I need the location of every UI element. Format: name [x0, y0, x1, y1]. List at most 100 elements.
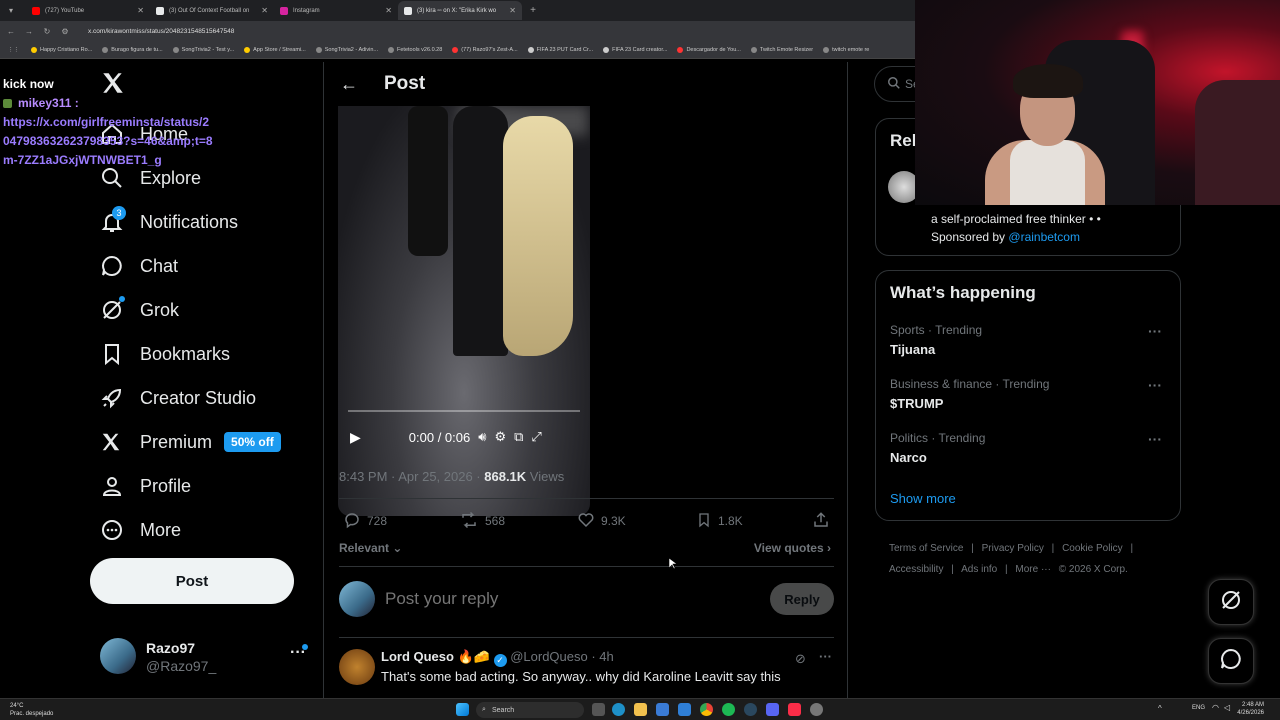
site-info-icon[interactable]: ⚙ [58, 27, 72, 36]
bookmark-item[interactable]: Fetetools v26.0.28 [388, 46, 443, 53]
view-quotes-link[interactable]: View quotes › [754, 541, 831, 555]
fullscreen-icon[interactable]: ⤢ [531, 429, 541, 445]
url-field[interactable]: x.com/kirawontmiss/status/20482315485156… [88, 28, 234, 35]
nav-grok[interactable]: Grok [90, 288, 179, 332]
bookmark-item[interactable]: SongTrivia2 - Adivin... [315, 46, 378, 53]
grok-icon[interactable]: ⊘ [795, 651, 806, 667]
bookmark-item[interactable]: Twitch Emote Resizer [750, 46, 813, 53]
apps-icon[interactable]: ⋮⋮ [8, 47, 19, 53]
bookmark-label: FIFA 23 PUT Card Cr... [536, 46, 594, 53]
tab-menu-icon[interactable]: ▾ [4, 6, 18, 15]
nav-label: Chat [140, 255, 179, 276]
bookmark-item[interactable]: twitch emote re [823, 46, 869, 53]
more-dots-icon[interactable]: ··· [1148, 431, 1162, 447]
play-icon[interactable]: ▶ [350, 429, 361, 446]
close-icon[interactable]: ✕ [137, 6, 144, 15]
edge-icon[interactable] [612, 703, 625, 716]
footer-link[interactable]: Ads info [961, 564, 997, 575]
post-button[interactable]: Post [90, 558, 294, 604]
footer-link[interactable]: More ··· [1015, 564, 1051, 575]
repost-action[interactable]: 568 [459, 511, 505, 532]
back-arrow-icon[interactable]: ← [4, 27, 18, 36]
reply-input[interactable] [385, 589, 765, 609]
sponsored-link[interactable]: @rainbetcom [1008, 230, 1080, 244]
bookmark-item[interactable]: FIFA 23 PUT Card Cr... [527, 46, 594, 53]
footer-link[interactable]: Terms of Service [889, 543, 963, 554]
nav-bookmarks[interactable]: Bookmarks [90, 332, 230, 376]
reply-button[interactable]: Reply [770, 583, 834, 615]
wifi-icon[interactable]: ◠ [1212, 703, 1219, 712]
share-action[interactable] [812, 511, 830, 532]
close-icon[interactable]: ✕ [261, 6, 268, 15]
bookmark-label: Fetetools v26.0.28 [397, 46, 443, 53]
footer-link[interactable]: Accessibility [889, 564, 943, 575]
steam-icon[interactable] [744, 703, 757, 716]
nav-premium[interactable]: Premium 50% off [90, 420, 281, 464]
footer-link[interactable]: Cookie Policy [1062, 543, 1123, 554]
close-icon[interactable]: ✕ [385, 6, 392, 15]
bookmark-action[interactable]: 1.8K [696, 511, 743, 532]
like-action[interactable]: 9.3K [577, 511, 626, 532]
account-switcher[interactable]: Razo97 @Razo97_ ··· [100, 638, 312, 678]
reply-tweet[interactable]: Lord Queso 🔥🧀 ✓ @LordQueso · 4h ⊘ ··· Th… [339, 649, 834, 694]
nav-more[interactable]: More [90, 508, 181, 552]
nav-notifications[interactable]: 3 Notifications [90, 200, 238, 244]
taskbar-search[interactable]: ⌕ Search [476, 702, 584, 718]
store-icon[interactable] [656, 703, 669, 716]
bookmarks-bar: ⋮⋮ Happy Cristiano Ro... Burago figura d… [0, 41, 915, 59]
task-view-icon[interactable] [592, 703, 605, 716]
video-player[interactable]: ▶ 0:00 / 0:06 🔊︎ ⚙ ⧉ ⤢ [338, 106, 590, 516]
spotify-icon[interactable] [722, 703, 735, 716]
windows-start-icon[interactable] [456, 703, 469, 716]
volume-icon[interactable]: 🔊︎ [478, 429, 486, 445]
weather-widget[interactable]: 24°C Prac. despejado [10, 702, 53, 718]
forward-arrow-icon[interactable]: → [22, 27, 36, 36]
footer-link[interactable]: Privacy Policy [982, 543, 1044, 554]
more-dots-icon[interactable]: ··· [1148, 377, 1162, 393]
trend-item[interactable]: Sports · Trending Tijuana ··· [890, 323, 1170, 357]
x-logo-icon [156, 6, 164, 15]
app-icon[interactable] [810, 703, 823, 716]
language-indicator[interactable]: ENG [1192, 705, 1205, 711]
trend-item[interactable]: Business & finance · Trending $TRUMP ··· [890, 377, 1170, 411]
grok-fab[interactable] [1208, 579, 1254, 625]
discord-icon[interactable] [766, 703, 779, 716]
more-circle-icon [90, 518, 134, 542]
repost-count: 568 [485, 514, 506, 528]
back-arrow-icon[interactable]: ← [340, 74, 358, 95]
bookmark-item[interactable]: (77) Razo97's Zest-A... [452, 46, 518, 53]
settings-icon[interactable]: ⚙ [494, 429, 506, 445]
new-tab-icon[interactable]: + [526, 5, 540, 16]
bookmark-item[interactable]: SongTrivia2 - Test y... [172, 46, 234, 53]
mail-icon[interactable] [678, 703, 691, 716]
show-more-link[interactable]: Show more [890, 491, 956, 506]
video-progress-bar[interactable] [348, 410, 580, 412]
bookmark-item[interactable]: Burago figura de tu... [102, 46, 163, 53]
trend-item[interactable]: Politics · Trending Narco ··· [890, 431, 1170, 465]
browser-tab[interactable]: (3) Out Of Context Football on ✕ [150, 1, 274, 20]
music-icon[interactable] [788, 703, 801, 716]
messages-fab[interactable] [1208, 638, 1254, 684]
browser-tab[interactable]: (727) YouTube ✕ [26, 1, 150, 20]
file-explorer-icon[interactable] [634, 703, 647, 716]
sort-dropdown[interactable]: Relevant ⌄ [339, 541, 402, 555]
more-dots-icon[interactable]: ··· [1148, 323, 1162, 339]
tray-chevron-icon[interactable]: ^ [1158, 704, 1162, 713]
chrome-icon[interactable] [700, 703, 713, 716]
clock[interactable]: 2:48 AM 4/26/2026 [1237, 701, 1264, 717]
browser-tab-active[interactable]: (3) kira ▫▫ on X: "Erika Kirk wo ✕ [398, 1, 522, 20]
reload-icon[interactable]: ↻ [40, 27, 54, 36]
reply-action[interactable]: 728 [343, 511, 387, 532]
volume-icon[interactable]: ◁ [1224, 703, 1230, 712]
nav-profile[interactable]: Profile [90, 464, 191, 508]
bookmark-item[interactable]: Happy Cristiano Ro... [31, 46, 92, 53]
pip-icon[interactable]: ⧉ [514, 429, 523, 445]
nav-chat[interactable]: Chat [90, 244, 178, 288]
bookmark-item[interactable]: Descargador de You... [677, 46, 741, 53]
browser-tab[interactable]: Instagram ✕ [274, 1, 398, 20]
close-icon[interactable]: ✕ [509, 6, 516, 15]
bookmark-item[interactable]: App Store / Streami... [244, 46, 306, 53]
more-dots-icon[interactable]: ··· [819, 649, 832, 664]
bookmark-item[interactable]: FIFA 23 Card creator... [603, 46, 667, 53]
nav-creator-studio[interactable]: Creator Studio [90, 376, 256, 420]
